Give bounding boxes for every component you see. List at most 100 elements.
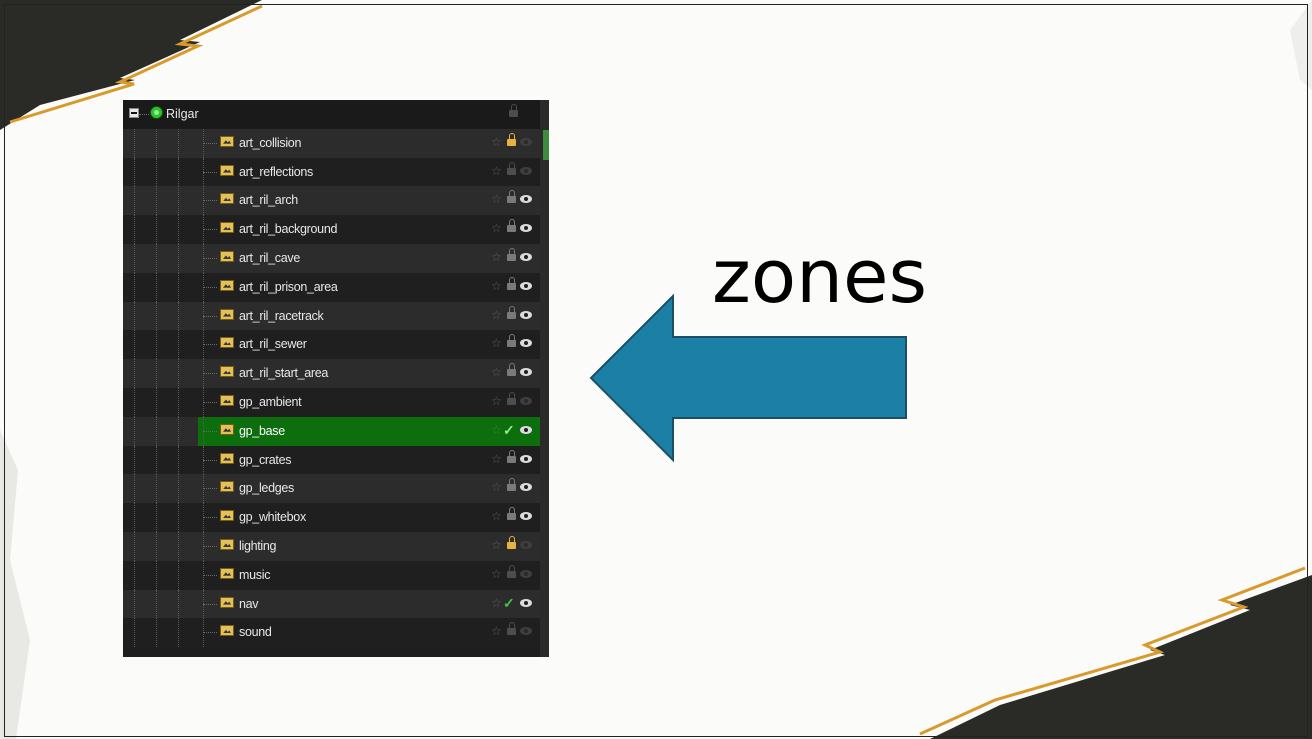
star-icon[interactable]: ☆ <box>491 624 502 638</box>
root-layer-label: Rilgar <box>166 107 199 121</box>
star-icon[interactable]: ☆ <box>491 394 502 408</box>
lock-icon[interactable] <box>507 507 516 521</box>
eye-icon[interactable] <box>520 339 532 348</box>
star-icon[interactable]: ☆ <box>491 192 502 206</box>
lock-icon[interactable] <box>507 248 516 261</box>
star-icon[interactable]: ☆ <box>491 423 502 437</box>
eye-icon[interactable] <box>520 195 532 204</box>
checkmark-icon[interactable]: ✓ <box>503 422 515 438</box>
layer-row[interactable]: gp_base ☆ ✓ <box>123 416 540 446</box>
layer-row[interactable]: art_ril_start_area ☆ <box>123 359 540 388</box>
image-layer-icon <box>220 596 234 608</box>
lock-icon[interactable] <box>507 363 516 377</box>
eye-icon[interactable] <box>520 541 532 549</box>
image-layer-icon <box>220 164 234 176</box>
layer-label: gp_whitebox <box>239 510 306 525</box>
layer-row[interactable]: art_ril_racetrack ☆ <box>123 301 540 331</box>
star-icon[interactable]: ☆ <box>491 135 502 149</box>
layer-row[interactable]: art_reflections ☆ <box>123 157 540 187</box>
image-layer-icon <box>220 135 234 147</box>
eye-icon[interactable] <box>520 224 532 233</box>
layer-row[interactable]: nav ☆ ✓ <box>123 589 540 619</box>
layer-row[interactable]: lighting ☆ <box>123 532 540 561</box>
lock-icon[interactable] <box>507 276 516 290</box>
scrollbar-thumb[interactable] <box>543 130 549 160</box>
lock-icon[interactable] <box>509 104 518 117</box>
layer-label: art_ril_prison_area <box>239 279 338 294</box>
layer-row[interactable]: sound ☆ <box>123 618 540 648</box>
star-icon[interactable]: ☆ <box>491 480 502 494</box>
star-icon[interactable]: ☆ <box>491 336 502 350</box>
eye-icon[interactable] <box>520 368 532 377</box>
eye-icon[interactable] <box>520 397 532 405</box>
layer-row[interactable]: art_ril_cave ☆ <box>123 244 540 273</box>
lock-icon[interactable] <box>507 132 516 146</box>
lock-icon[interactable] <box>507 449 516 463</box>
image-layer-icon <box>220 366 234 378</box>
image-layer-icon <box>220 452 234 464</box>
lock-icon[interactable] <box>507 478 516 492</box>
lock-icon[interactable] <box>507 334 516 348</box>
lock-icon[interactable] <box>507 622 516 636</box>
lock-icon[interactable] <box>507 161 516 175</box>
lock-icon[interactable] <box>507 305 516 319</box>
star-icon[interactable]: ☆ <box>491 538 502 552</box>
image-layer-icon <box>220 481 234 493</box>
layer-label: nav <box>239 596 259 611</box>
eye-icon[interactable] <box>520 569 532 578</box>
layer-row[interactable]: art_ril_prison_area ☆ <box>123 272 540 302</box>
eye-icon[interactable] <box>520 483 532 492</box>
star-icon[interactable]: ☆ <box>491 567 502 581</box>
layer-row[interactable]: art_ril_arch ☆ <box>123 186 540 216</box>
star-icon[interactable]: ☆ <box>491 250 502 264</box>
layers-panel: Rilgar art_collision ☆ art_reflections ☆ <box>123 100 549 657</box>
star-icon[interactable]: ☆ <box>491 365 502 379</box>
eye-icon[interactable] <box>520 454 532 463</box>
star-icon[interactable]: ☆ <box>491 308 502 322</box>
image-layer-icon <box>220 308 234 320</box>
eye-icon[interactable] <box>520 512 532 521</box>
lock-icon[interactable] <box>507 564 516 578</box>
eye-icon[interactable] <box>520 253 532 261</box>
layer-label: art_ril_sewer <box>239 337 307 352</box>
eye-icon[interactable] <box>520 281 532 290</box>
layer-row[interactable]: gp_whitebox ☆ <box>123 503 540 532</box>
star-icon[interactable]: ☆ <box>491 279 502 293</box>
lock-icon[interactable] <box>507 536 516 549</box>
star-icon[interactable]: ☆ <box>491 452 502 466</box>
eye-icon[interactable] <box>520 166 532 175</box>
layer-row[interactable]: gp_crates ☆ <box>123 445 540 475</box>
layer-row[interactable]: art_collision ☆ <box>123 128 540 158</box>
layer-label: gp_base <box>239 423 285 438</box>
green-circle-icon <box>150 106 163 119</box>
layer-row[interactable]: music ☆ <box>123 560 540 590</box>
star-icon[interactable]: ☆ <box>491 596 502 610</box>
layer-row[interactable]: gp_ledges ☆ <box>123 474 540 504</box>
lock-icon[interactable] <box>507 392 516 405</box>
star-icon[interactable]: ☆ <box>491 221 502 235</box>
collapse-toggle-icon[interactable] <box>129 108 139 118</box>
image-layer-icon <box>220 193 234 205</box>
layer-row[interactable]: art_ril_background ☆ <box>123 215 540 244</box>
layer-label: gp_crates <box>239 452 292 467</box>
eye-icon[interactable] <box>520 310 532 319</box>
layer-label: art_ril_arch <box>239 193 298 208</box>
checkmark-icon[interactable]: ✓ <box>503 595 515 611</box>
lock-icon[interactable] <box>507 190 516 204</box>
eye-icon[interactable] <box>520 425 532 434</box>
image-layer-icon <box>220 279 234 291</box>
eye-icon[interactable] <box>520 598 532 607</box>
layer-label: art_reflections <box>239 164 314 179</box>
lock-icon[interactable] <box>507 219 516 233</box>
layer-row-root[interactable]: Rilgar <box>123 100 540 129</box>
layer-row[interactable]: gp_ambient ☆ <box>123 388 540 417</box>
eye-icon[interactable] <box>520 137 532 146</box>
eye-icon[interactable] <box>520 627 532 636</box>
layer-row[interactable]: art_ril_sewer ☆ <box>123 330 540 360</box>
image-layer-icon <box>220 510 234 522</box>
star-icon[interactable]: ☆ <box>491 164 502 178</box>
layer-label: art_ril_cave <box>239 251 301 265</box>
layer-label: art_ril_background <box>239 222 338 237</box>
star-icon[interactable]: ☆ <box>491 509 502 523</box>
panel-scrollbar[interactable] <box>540 100 549 657</box>
